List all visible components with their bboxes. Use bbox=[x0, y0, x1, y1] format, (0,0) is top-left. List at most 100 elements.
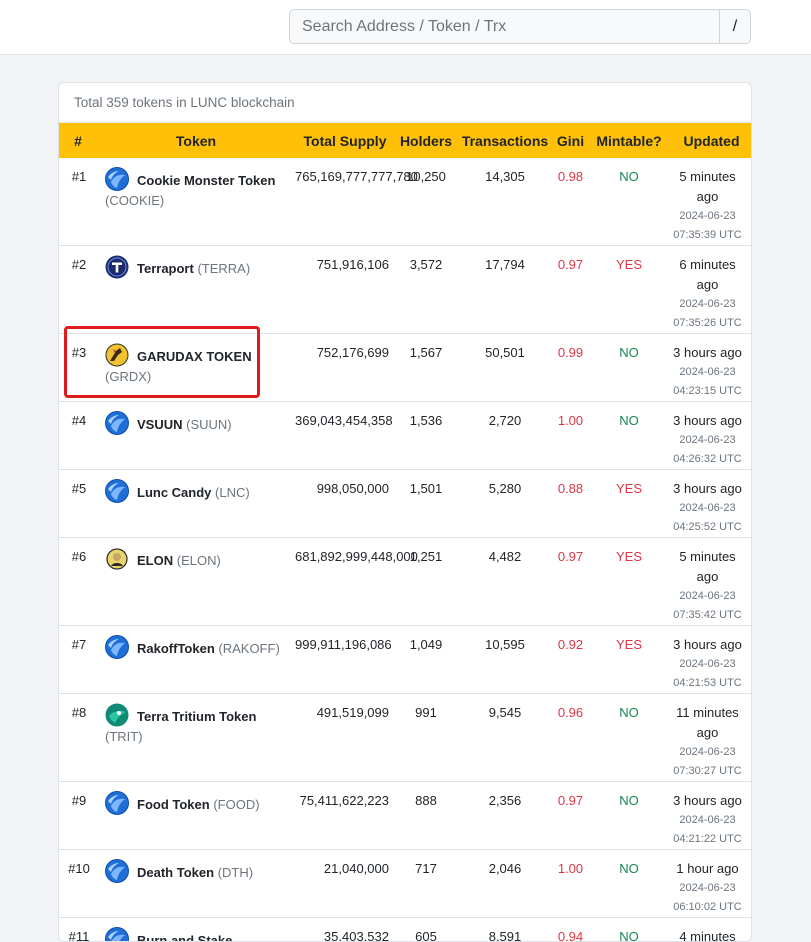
updated-ago: 5 minutes ago bbox=[679, 549, 735, 584]
token-name-link[interactable]: VSUUN bbox=[137, 417, 183, 432]
transactions-cell: 17,794 bbox=[457, 246, 553, 334]
table-row[interactable]: #7 RakoffToken (RAKOFF) 999,911,196,0861,0… bbox=[59, 626, 752, 694]
holders-cell: 605 bbox=[395, 918, 457, 942]
mintable-cell: NO bbox=[588, 158, 670, 246]
token-name-link[interactable]: ELON bbox=[137, 553, 173, 568]
token-name-link[interactable]: Burn and Stake bbox=[137, 933, 232, 942]
rank-cell: #10 bbox=[59, 850, 97, 918]
terraport-icon bbox=[105, 255, 129, 279]
updated-timestamp: 2024-06-23 04:25:52 UTC bbox=[670, 499, 745, 537]
mintable-cell: YES bbox=[588, 246, 670, 334]
updated-cell: 5 minutes ago2024-06-23 07:35:39 UTC bbox=[670, 158, 752, 246]
updated-timestamp: 2024-06-23 04:23:15 UTC bbox=[670, 363, 745, 401]
rank-cell: #5 bbox=[59, 470, 97, 538]
gini-cell: 0.97 bbox=[553, 246, 588, 334]
col-header-gini[interactable]: Gini bbox=[553, 123, 588, 158]
updated-cell: 3 hours ago2024-06-23 04:23:15 UTC bbox=[670, 334, 752, 402]
transactions-cell: 2,046 bbox=[457, 850, 553, 918]
updated-ago: 3 hours ago bbox=[673, 413, 742, 428]
token-name-link[interactable]: GARUDAX TOKEN bbox=[137, 349, 252, 364]
mintable-cell: NO bbox=[588, 782, 670, 850]
total-supply-cell: 491,519,099 bbox=[295, 694, 395, 782]
updated-ago: 1 hour ago bbox=[676, 861, 738, 876]
updated-ago: 3 hours ago bbox=[673, 637, 742, 652]
token-table: # Token Total Supply Holders Transaction… bbox=[59, 123, 752, 942]
token-name-link[interactable]: Food Token bbox=[137, 797, 210, 812]
updated-timestamp: 2024-06-23 07:35:42 UTC bbox=[670, 587, 745, 625]
token-symbol: (DTH) bbox=[218, 865, 253, 880]
holders-cell: 1,501 bbox=[395, 470, 457, 538]
table-row[interactable]: #9Food Token (FOOD)75,411,622,2238882,35… bbox=[59, 782, 752, 850]
updated-timestamp: 2024-06-23 06:10:02 UTC bbox=[670, 879, 745, 917]
rank-cell: #4 bbox=[59, 402, 97, 470]
token-symbol: (TERRA) bbox=[197, 261, 250, 276]
token-symbol: (FOOD) bbox=[213, 797, 259, 812]
updated-cell: 3 hours ago 2024-06-23 04:21:53 UTC bbox=[670, 626, 752, 694]
token-symbol: (SUUN) bbox=[186, 417, 232, 432]
mintable-cell: YES bbox=[588, 538, 670, 626]
total-supply-cell: 21,040,000 bbox=[295, 850, 395, 918]
token-cell: VSUUN (SUUN) bbox=[97, 402, 295, 470]
mintable-cell: YES bbox=[588, 470, 670, 538]
table-row[interactable]: #2Terraport (TERRA)751,916,1063,57217,79… bbox=[59, 246, 752, 334]
transactions-cell: 2,720 bbox=[457, 402, 553, 470]
token-symbol: (RAKOFF) bbox=[218, 641, 279, 656]
mintable-cell: NO bbox=[588, 918, 670, 942]
token-cell: Terraport (TERRA) bbox=[97, 246, 295, 334]
table-row[interactable]: #5Lunc Candy (LNC)998,050,0001,5015,2800… bbox=[59, 470, 752, 538]
table-row[interactable]: #4VSUUN (SUUN)369,043,454,3581,5362,7201… bbox=[59, 402, 752, 470]
table-row[interactable]: #3GARUDAX TOKEN (GRDX)752,176,6991,56750… bbox=[59, 334, 752, 402]
total-supply-cell: 998,050,000 bbox=[295, 470, 395, 538]
col-header-rank[interactable]: # bbox=[59, 123, 97, 158]
gini-cell: 0.98 bbox=[553, 158, 588, 246]
gini-cell: 0.96 bbox=[553, 694, 588, 782]
updated-cell: 6 minutes ago2024-06-23 07:35:26 UTC bbox=[670, 246, 752, 334]
token-cell: ELON (ELON) bbox=[97, 538, 295, 626]
total-supply-cell: 765,169,777,777,780 bbox=[295, 158, 395, 246]
updated-timestamp: 2024-06-23 04:21:22 UTC bbox=[670, 811, 745, 849]
table-row[interactable]: #10Death Token (DTH)21,040,0007172,0461.… bbox=[59, 850, 752, 918]
transactions-cell: 8,591 bbox=[457, 918, 553, 942]
col-header-transactions[interactable]: Transactions bbox=[457, 123, 553, 158]
col-header-token[interactable]: Token bbox=[97, 123, 295, 158]
total-supply-cell: 752,176,699 bbox=[295, 334, 395, 402]
total-supply-cell: 751,916,106 bbox=[295, 246, 395, 334]
col-header-updated[interactable]: Updated bbox=[670, 123, 752, 158]
holders-cell: 1,567 bbox=[395, 334, 457, 402]
table-row[interactable]: #6ELON (ELON)681,892,999,448,0001,2514,4… bbox=[59, 538, 752, 626]
token-name-link[interactable]: Terraport bbox=[137, 261, 194, 276]
token-name-link[interactable]: Terra Tritium Token bbox=[137, 709, 256, 724]
col-header-mintable[interactable]: Mintable? bbox=[588, 123, 670, 158]
token-name-link[interactable]: RakoffToken bbox=[137, 641, 215, 656]
terra-luna-icon bbox=[105, 479, 129, 503]
token-name-link[interactable]: Lunc Candy bbox=[137, 485, 211, 500]
table-row[interactable]: #11Burn and Stake 35,403,5326058,5910.94… bbox=[59, 918, 752, 942]
mintable-cell: NO bbox=[588, 694, 670, 782]
updated-cell: 3 hours ago2024-06-23 04:21:22 UTC bbox=[670, 782, 752, 850]
rank-cell: #7 bbox=[59, 626, 97, 694]
gini-cell: 0.94 bbox=[553, 918, 588, 942]
token-symbol: (LNC) bbox=[215, 485, 250, 500]
search-input[interactable] bbox=[290, 10, 719, 43]
token-name-link[interactable]: Death Token bbox=[137, 865, 214, 880]
table-row[interactable]: #1Cookie Monster Token (COOKIE)765,169,7… bbox=[59, 158, 752, 246]
col-header-total-supply[interactable]: Total Supply bbox=[295, 123, 395, 158]
token-symbol: (ELON) bbox=[177, 553, 221, 568]
holders-cell: 991 bbox=[395, 694, 457, 782]
updated-cell: 5 minutes ago2024-06-23 07:35:42 UTC bbox=[670, 538, 752, 626]
token-cell: Burn and Stake bbox=[97, 918, 295, 942]
token-name-link[interactable]: Cookie Monster Token bbox=[137, 173, 275, 188]
terra-luna-icon bbox=[105, 927, 129, 942]
table-row[interactable]: #8Terra Tritium Token (TRIT)491,519,0999… bbox=[59, 694, 752, 782]
holders-cell: 888 bbox=[395, 782, 457, 850]
holders-cell: 1,049 bbox=[395, 626, 457, 694]
updated-cell: 1 hour ago 2024-06-23 06:10:02 UTC bbox=[670, 850, 752, 918]
updated-ago: 5 minutes ago bbox=[679, 169, 735, 204]
updated-ago: 11 minutes ago bbox=[676, 705, 739, 740]
col-header-holders[interactable]: Holders bbox=[395, 123, 457, 158]
total-supply-cell: 999,911,196,086 bbox=[295, 626, 395, 694]
card-title: Total 359 tokens in LUNC blockchain bbox=[59, 83, 751, 123]
terra-luna-icon bbox=[105, 411, 129, 435]
updated-timestamp: 2024-06-23 04:21:53 UTC bbox=[670, 655, 745, 693]
transactions-cell: 14,305 bbox=[457, 158, 553, 246]
